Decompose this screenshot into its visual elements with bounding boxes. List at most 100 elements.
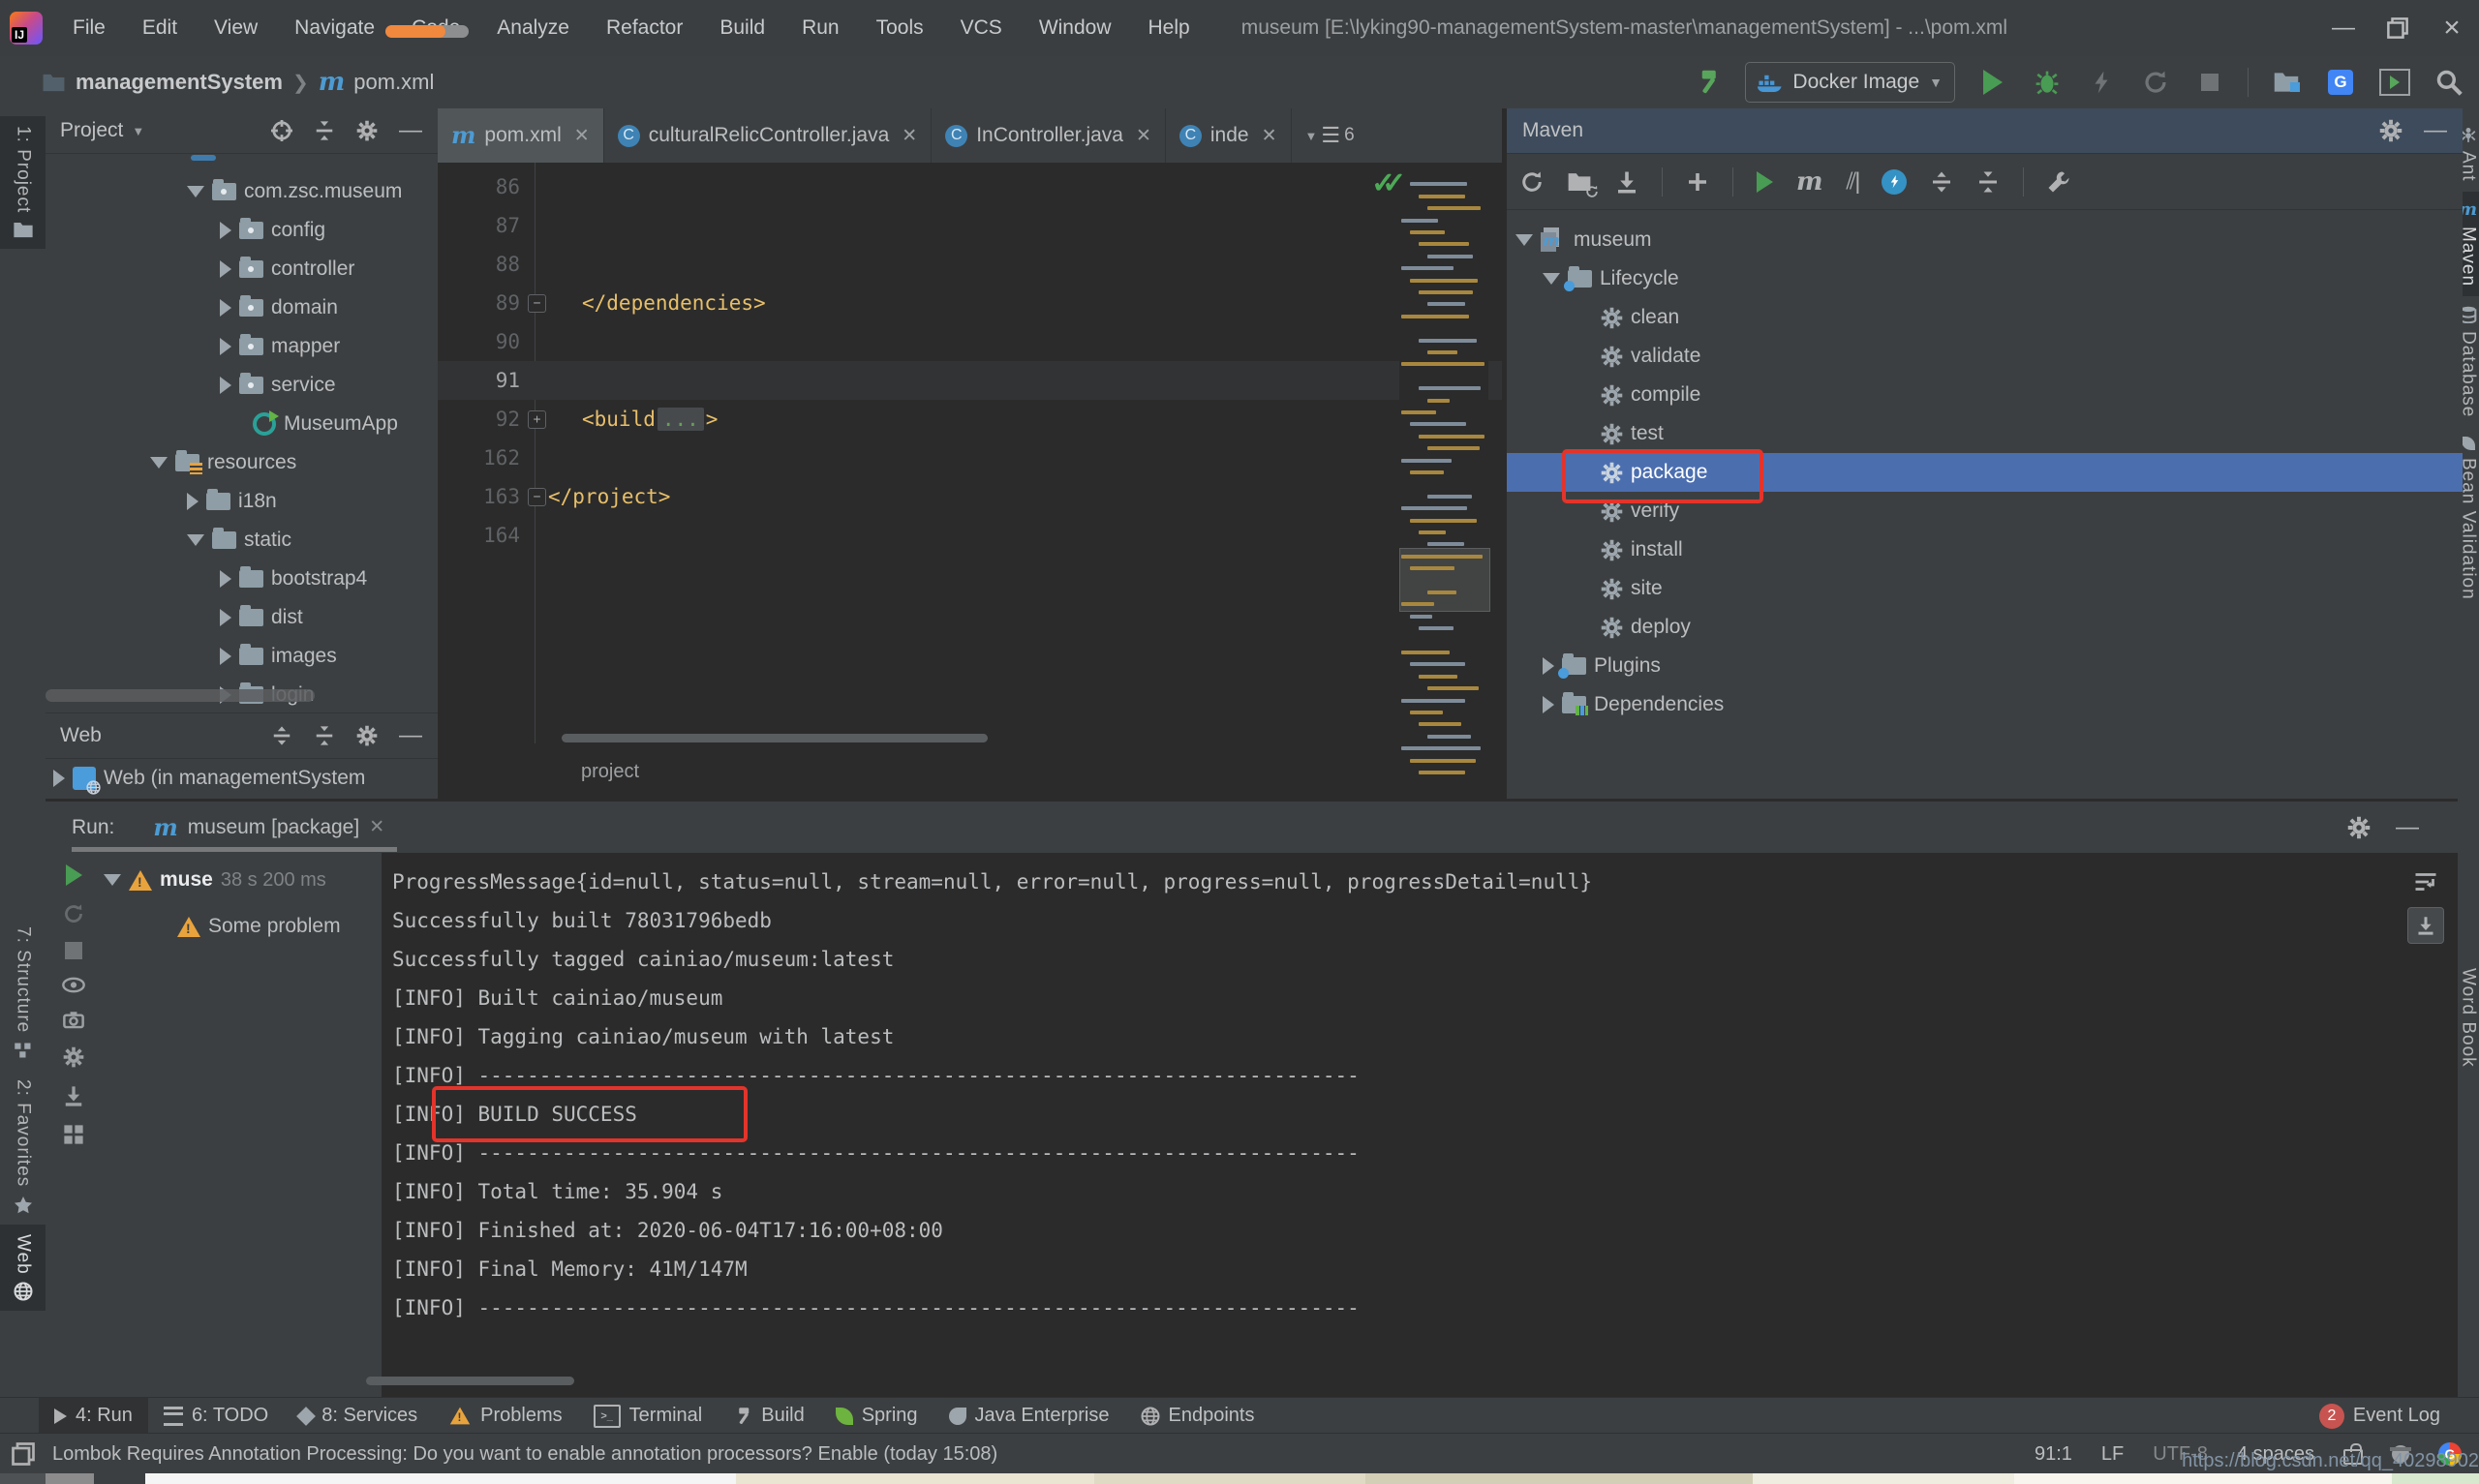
scroll-to-end-button[interactable] <box>2407 907 2444 944</box>
toolwindow-java-enterprise-button[interactable]: Java Enterprise <box>933 1398 1125 1434</box>
collapse-all-icon[interactable] <box>1976 170 2000 194</box>
tree-item-folder[interactable]: images <box>46 637 438 676</box>
menu-build[interactable]: Build <box>701 16 783 40</box>
stop-button[interactable] <box>2193 66 2226 99</box>
close-icon[interactable]: ✕ <box>1136 125 1151 147</box>
menu-window[interactable]: Window <box>1021 16 1130 40</box>
menu-navigate[interactable]: Navigate <box>276 16 393 40</box>
tree-item-folder[interactable]: resources <box>46 443 438 482</box>
menu-tools[interactable]: Tools <box>858 16 942 40</box>
web-panel-title[interactable]: Web <box>60 724 102 747</box>
maven-settings-wrench-icon[interactable] <box>2047 170 2070 194</box>
hide-panel-icon[interactable]: — <box>399 117 422 144</box>
menu-edit[interactable]: Edit <box>124 16 196 40</box>
test-settings-gear-icon[interactable] <box>63 1046 84 1068</box>
toolwindow-endpoints-button[interactable]: Endpoints <box>1125 1398 1270 1434</box>
stripe-favorites-button[interactable]: 2: Favorites <box>0 1070 46 1224</box>
close-icon[interactable]: ✕ <box>902 125 917 147</box>
maven-goal-test[interactable]: test <box>1507 414 2463 453</box>
menu-refactor[interactable]: Refactor <box>588 16 701 40</box>
maven-plugins-row[interactable]: Plugins <box>1507 647 2463 685</box>
menu-view[interactable]: View <box>196 16 276 40</box>
run-maven-goal-icon[interactable] <box>1757 170 1773 193</box>
editor-horizontal-scrollbar[interactable] <box>562 734 988 742</box>
fold-collapse-icon[interactable]: − <box>528 487 546 506</box>
close-button[interactable]: × <box>2425 9 2479 47</box>
collapse-all-icon[interactable] <box>314 120 335 141</box>
editor-breadcrumb[interactable]: project <box>581 761 639 783</box>
maven-lifecycle-row[interactable]: Lifecycle <box>1507 259 2463 298</box>
soft-wrap-icon[interactable] <box>2414 870 2437 893</box>
hidden-tabs-button[interactable]: ▼ ☰ 6 <box>1292 108 1368 163</box>
stripe-web-button[interactable]: Web <box>0 1224 46 1312</box>
tree-item-package[interactable]: com.zsc.museum <box>46 172 438 211</box>
tree-item-package[interactable]: mapper <box>46 327 438 366</box>
maven-goal-deploy[interactable]: deploy <box>1507 608 2463 647</box>
maven-goal-site[interactable]: site <box>1507 569 2463 608</box>
reimport-icon[interactable] <box>1520 170 1544 194</box>
run-configuration-select[interactable]: Docker Image ▼ <box>1745 62 1955 103</box>
tree-item-folder[interactable]: bootstrap4 <box>46 560 438 598</box>
stripe-structure-button[interactable]: 7: Structure <box>0 917 46 1070</box>
console-horizontal-scrollbar[interactable] <box>366 1377 574 1385</box>
tree-item-package[interactable]: config <box>46 211 438 250</box>
search-everywhere-icon[interactable] <box>2433 66 2465 99</box>
maven-dependencies-row[interactable]: Dependencies <box>1507 685 2463 724</box>
toolwindow-spring-button[interactable]: Spring <box>820 1398 933 1434</box>
tree-item-package[interactable]: controller <box>46 250 438 288</box>
rerun-button[interactable] <box>65 864 82 886</box>
event-log-button[interactable]: 2 Event Log <box>2304 1398 2479 1434</box>
folded-region[interactable]: ... <box>657 408 704 431</box>
minimize-button[interactable]: — <box>2316 9 2371 47</box>
hide-panel-icon[interactable]: — <box>399 722 422 749</box>
tab-cultural-relic-controller[interactable]: C culturalRelicController.java ✕ <box>604 108 933 163</box>
menu-help[interactable]: Help <box>1130 16 1209 40</box>
layout-grid-icon[interactable] <box>63 1124 84 1145</box>
download-sources-icon[interactable] <box>1615 170 1638 194</box>
gear-icon[interactable] <box>2379 119 2402 142</box>
run-anything-icon[interactable] <box>2378 66 2411 99</box>
close-icon[interactable]: ✕ <box>574 125 590 147</box>
offline-mode-icon[interactable] <box>1882 168 1908 195</box>
stop-button[interactable] <box>65 942 82 959</box>
maven-goal-clean[interactable]: clean <box>1507 298 2463 337</box>
project-panel-title[interactable]: Project <box>60 119 123 142</box>
debug-button[interactable] <box>2031 66 2064 99</box>
fold-expand-icon[interactable]: + <box>528 409 546 429</box>
web-root-item[interactable]: Web (in managementSystem <box>46 759 438 798</box>
build-hammer-icon[interactable] <box>1691 66 1724 99</box>
caret-position[interactable]: 91:1 <box>2035 1443 2072 1466</box>
gear-icon[interactable] <box>356 725 378 746</box>
expand-all-icon[interactable] <box>271 725 292 746</box>
toolwindow-todo-button[interactable]: 6: TODO <box>148 1398 284 1434</box>
toolwindow-build-button[interactable]: Build <box>718 1398 819 1434</box>
status-message[interactable]: Lombok Requires Annotation Processing: D… <box>52 1443 997 1466</box>
breadcrumb-project[interactable]: managementSystem <box>76 70 283 95</box>
stripe-wordbook-button[interactable]: Word Book <box>2457 958 2479 1077</box>
tree-item-folder[interactable]: i18n <box>46 482 438 521</box>
import-results-icon[interactable] <box>63 1085 84 1106</box>
tree-item-package[interactable]: service <box>46 366 438 405</box>
gear-icon[interactable] <box>356 120 378 141</box>
execute-maven-goal-icon[interactable]: m <box>1796 169 1823 195</box>
breadcrumb-file[interactable]: pom.xml <box>353 70 434 95</box>
inspections-ok-check-icon[interactable]: ✓✓ <box>1371 167 1406 200</box>
menu-run[interactable]: Run <box>783 16 858 40</box>
project-horizontal-scrollbar[interactable] <box>46 689 315 702</box>
toolwindow-run-button[interactable]: 4: Run <box>39 1398 148 1434</box>
tree-item-class[interactable]: MuseumApp <box>46 405 438 443</box>
menu-analyze[interactable]: Analyze <box>478 16 588 40</box>
hide-panel-icon[interactable]: — <box>2424 117 2447 144</box>
menu-file[interactable]: File <box>54 16 124 40</box>
translate-icon[interactable]: G <box>2324 66 2357 99</box>
fold-collapse-icon[interactable]: − <box>528 293 546 313</box>
gear-icon[interactable] <box>2347 816 2371 839</box>
tree-item-folder[interactable]: static <box>46 521 438 560</box>
tab-pom-xml[interactable]: m pom.xml ✕ <box>438 108 604 163</box>
rerun-failed-icon[interactable] <box>63 903 84 924</box>
maven-goal-compile[interactable]: compile <box>1507 376 2463 414</box>
close-icon[interactable]: ✕ <box>1262 125 1277 147</box>
run-node-root[interactable]: muse 38 s 200 ms <box>102 861 382 899</box>
maven-goal-install[interactable]: install <box>1507 530 2463 569</box>
coverage-button[interactable] <box>2085 66 2118 99</box>
